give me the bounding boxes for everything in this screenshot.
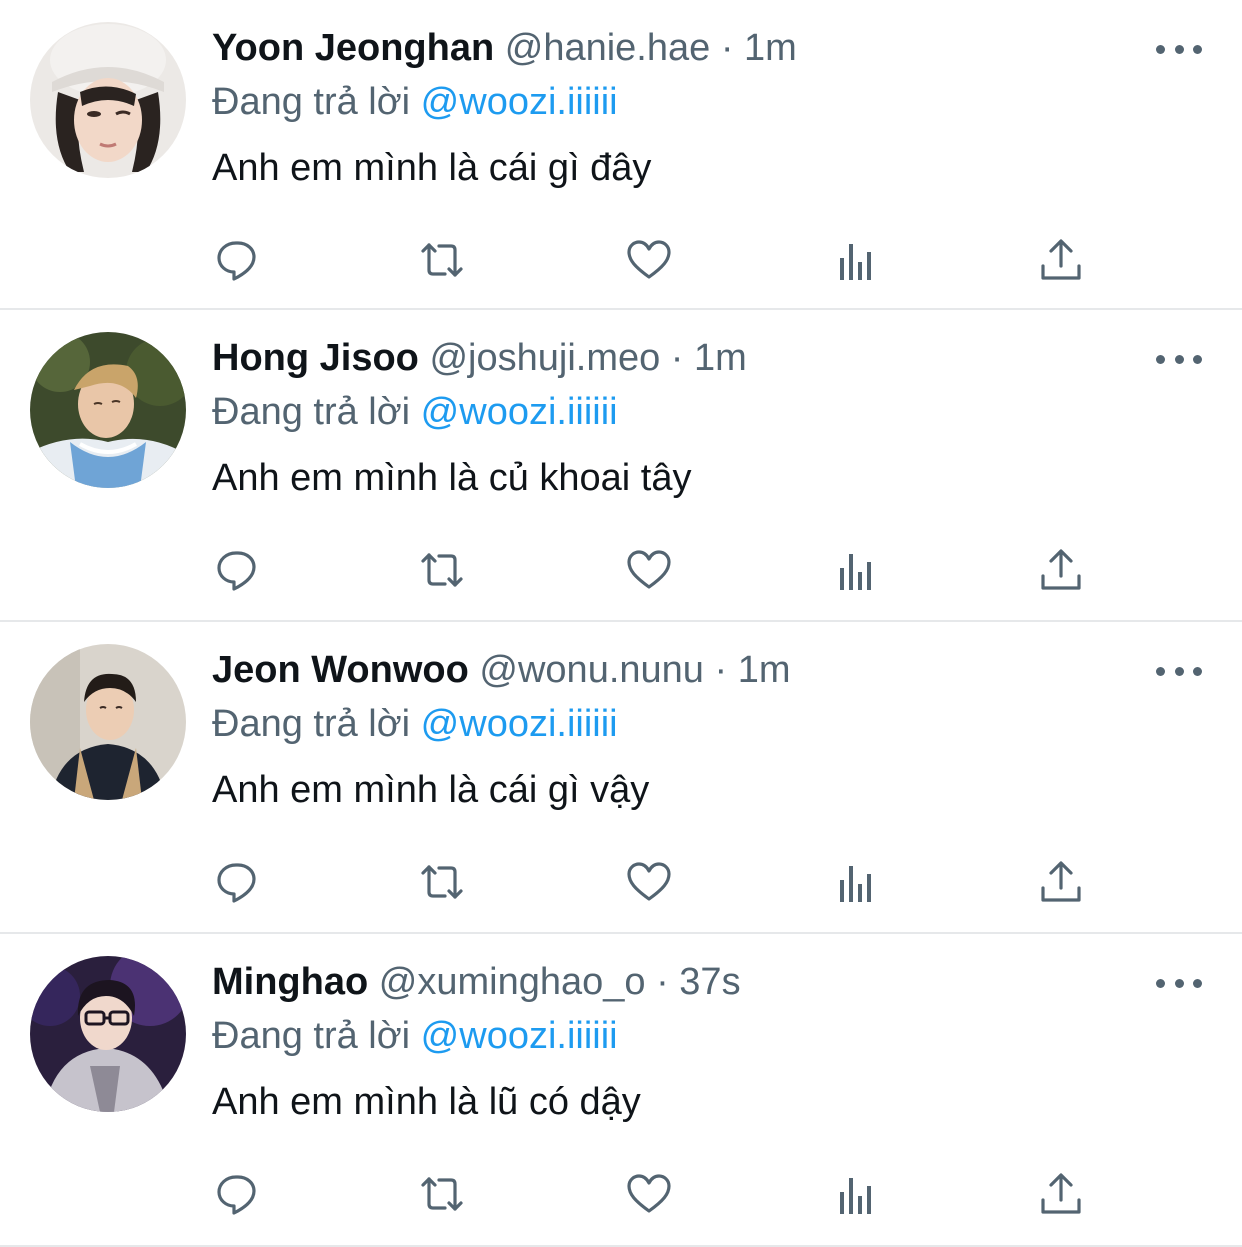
more-options-icon[interactable] <box>1156 968 1202 998</box>
replying-to: Đang trả lời @woozi.iiiiii <box>212 698 618 750</box>
handle[interactable]: @hanie.hae <box>505 27 711 69</box>
tweet-header: Hong Jisoo @joshuji.meo · 1m <box>212 332 747 384</box>
avatar[interactable] <box>30 644 186 800</box>
replying-to: Đang trả lời @woozi.iiiiii <box>212 1010 618 1062</box>
mention-link[interactable]: @woozi.iiiiii <box>421 391 618 433</box>
reply-icon[interactable] <box>210 232 266 288</box>
retweet-icon[interactable] <box>414 542 470 598</box>
separator: · <box>703 649 738 691</box>
retweet-icon[interactable] <box>414 232 470 288</box>
separator: · <box>710 27 745 69</box>
avatar[interactable] <box>30 956 186 1112</box>
retweet-icon[interactable] <box>414 854 470 910</box>
tweet-text: Anh em mình là lũ có dậy <box>212 1081 641 1123</box>
action-bar <box>0 854 1242 910</box>
mention-link[interactable]: @woozi.iiiiii <box>421 1015 618 1057</box>
views-icon[interactable] <box>828 1166 884 1222</box>
reply-icon[interactable] <box>210 1166 266 1222</box>
views-icon[interactable] <box>828 854 884 910</box>
views-icon[interactable] <box>828 542 884 598</box>
display-name[interactable]: Jeon Wonwoo <box>212 649 469 691</box>
tweet-header: Yoon Jeonghan @hanie.hae · 1m <box>212 22 797 74</box>
tweet-header: Minghao @xuminghao_o · 37s <box>212 956 741 1008</box>
share-icon[interactable] <box>1033 1166 1089 1222</box>
avatar[interactable] <box>30 332 186 488</box>
action-bar <box>0 232 1242 288</box>
reply-icon[interactable] <box>210 854 266 910</box>
more-options-icon[interactable] <box>1156 34 1202 64</box>
separator: · <box>645 961 680 1003</box>
mention-link[interactable]: @woozi.iiiiii <box>421 703 618 745</box>
views-icon[interactable] <box>828 232 884 288</box>
replying-to: Đang trả lời @woozi.iiiiii <box>212 386 618 438</box>
action-bar <box>0 1166 1242 1222</box>
tweet-text: Anh em mình là củ khoai tây <box>212 457 692 499</box>
share-icon[interactable] <box>1033 542 1089 598</box>
timestamp[interactable]: 1m <box>744 27 797 69</box>
like-icon[interactable] <box>621 1166 677 1222</box>
replying-to-label: Đang trả lời <box>212 81 421 123</box>
display-name[interactable]: Minghao <box>212 961 368 1003</box>
separator: · <box>660 337 695 379</box>
tweet[interactable]: Hong Jisoo @joshuji.meo · 1m Đang trả lờ… <box>0 310 1242 622</box>
action-bar <box>0 542 1242 598</box>
handle[interactable]: @joshuji.meo <box>429 337 660 379</box>
replying-to-label: Đang trả lời <box>212 703 421 745</box>
share-icon[interactable] <box>1033 232 1089 288</box>
display-name[interactable]: Yoon Jeonghan <box>212 27 494 69</box>
tweet[interactable]: Minghao @xuminghao_o · 37s Đang trả lời … <box>0 934 1242 1247</box>
mention-link[interactable]: @woozi.iiiiii <box>421 81 618 123</box>
reply-feed: Yoon Jeonghan @hanie.hae · 1m Đang trả l… <box>0 0 1242 1247</box>
avatar[interactable] <box>30 22 186 178</box>
share-icon[interactable] <box>1033 854 1089 910</box>
more-options-icon[interactable] <box>1156 656 1202 686</box>
tweet-text: Anh em mình là cái gì vậy <box>212 769 650 811</box>
timestamp[interactable]: 37s <box>679 961 740 1003</box>
timestamp[interactable]: 1m <box>694 337 747 379</box>
handle[interactable]: @xuminghao_o <box>379 961 646 1003</box>
tweet[interactable]: Yoon Jeonghan @hanie.hae · 1m Đang trả l… <box>0 0 1242 310</box>
handle[interactable]: @wonu.nunu <box>479 649 704 691</box>
like-icon[interactable] <box>621 854 677 910</box>
timestamp[interactable]: 1m <box>738 649 791 691</box>
tweet-header: Jeon Wonwoo @wonu.nunu · 1m <box>212 644 791 696</box>
replying-to: Đang trả lời @woozi.iiiiii <box>212 76 618 128</box>
replying-to-label: Đang trả lời <box>212 391 421 433</box>
retweet-icon[interactable] <box>414 1166 470 1222</box>
replying-to-label: Đang trả lời <box>212 1015 421 1057</box>
tweet-text: Anh em mình là cái gì đây <box>212 147 652 189</box>
reply-icon[interactable] <box>210 542 266 598</box>
like-icon[interactable] <box>621 232 677 288</box>
more-options-icon[interactable] <box>1156 344 1202 374</box>
display-name[interactable]: Hong Jisoo <box>212 337 419 379</box>
like-icon[interactable] <box>621 542 677 598</box>
tweet[interactable]: Jeon Wonwoo @wonu.nunu · 1m Đang trả lời… <box>0 622 1242 934</box>
